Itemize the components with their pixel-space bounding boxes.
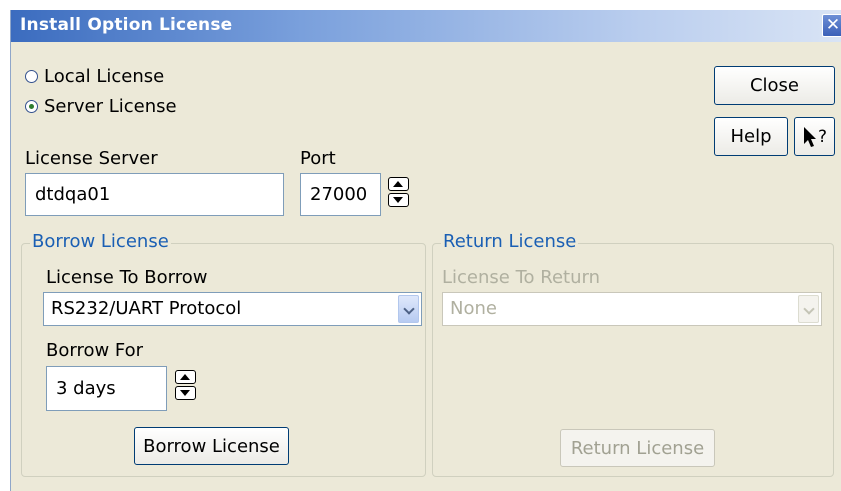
license-server-label: License Server — [25, 148, 158, 169]
arrow-down-icon — [180, 390, 190, 396]
local-license-radio[interactable]: Local License — [25, 66, 164, 87]
radio-selected-icon[interactable] — [25, 100, 38, 113]
license-to-borrow-select[interactable]: RS232/UART Protocol — [43, 292, 422, 326]
borrow-spin-up-button[interactable] — [175, 370, 196, 384]
question-mark-glyph: ? — [817, 126, 828, 147]
port-label: Port — [300, 148, 336, 169]
pointer-question-icon — [803, 126, 816, 147]
license-to-return-select[interactable]: None — [442, 292, 822, 326]
server-license-label: Server License — [44, 96, 177, 117]
whats-this-button[interactable]: ? — [794, 117, 835, 156]
return-license-button[interactable]: Return License — [560, 429, 715, 467]
license-to-borrow-value: RS232/UART Protocol — [51, 298, 242, 319]
borrow-spin-down-button[interactable] — [175, 386, 196, 400]
close-button[interactable]: Close — [714, 66, 835, 105]
arrow-up-icon — [180, 374, 190, 380]
port-spinner[interactable] — [388, 177, 409, 209]
local-license-label: Local License — [44, 66, 165, 87]
license-to-borrow-label: License To Borrow — [46, 267, 208, 288]
server-license-radio[interactable]: Server License — [25, 96, 177, 117]
license-to-return-label: License To Return — [442, 267, 600, 288]
arrow-down-icon — [393, 197, 403, 203]
borrow-license-group: Borrow License License To Borrow RS232/U… — [21, 231, 426, 477]
close-icon[interactable]: ✕ — [822, 14, 841, 37]
borrow-license-group-title: Borrow License — [30, 231, 171, 252]
port-input[interactable]: 27000 — [300, 173, 381, 216]
arrow-up-icon — [393, 181, 403, 187]
chevron-down-icon[interactable] — [798, 295, 819, 323]
radio-icon[interactable] — [25, 70, 38, 83]
return-license-group: Return License License To Return None Re… — [432, 231, 834, 477]
title-bar: Install Option License ✕ — [11, 10, 841, 42]
borrow-for-spinner[interactable] — [175, 370, 196, 402]
return-license-group-title: Return License — [441, 231, 579, 252]
chevron-down-icon[interactable] — [398, 295, 419, 323]
install-option-license-dialog: Install Option License ✕ Local License S… — [10, 10, 841, 491]
license-server-input[interactable]: dtdqa01 — [25, 173, 284, 216]
borrow-license-button[interactable]: Borrow License — [134, 427, 289, 465]
help-button[interactable]: Help — [714, 117, 788, 156]
license-to-return-value: None — [450, 298, 497, 319]
port-spin-up-button[interactable] — [388, 177, 409, 191]
borrow-for-label: Borrow For — [46, 340, 144, 361]
window-title: Install Option License — [20, 15, 233, 35]
borrow-for-input[interactable]: 3 days — [46, 366, 167, 411]
port-spin-down-button[interactable] — [388, 193, 409, 207]
